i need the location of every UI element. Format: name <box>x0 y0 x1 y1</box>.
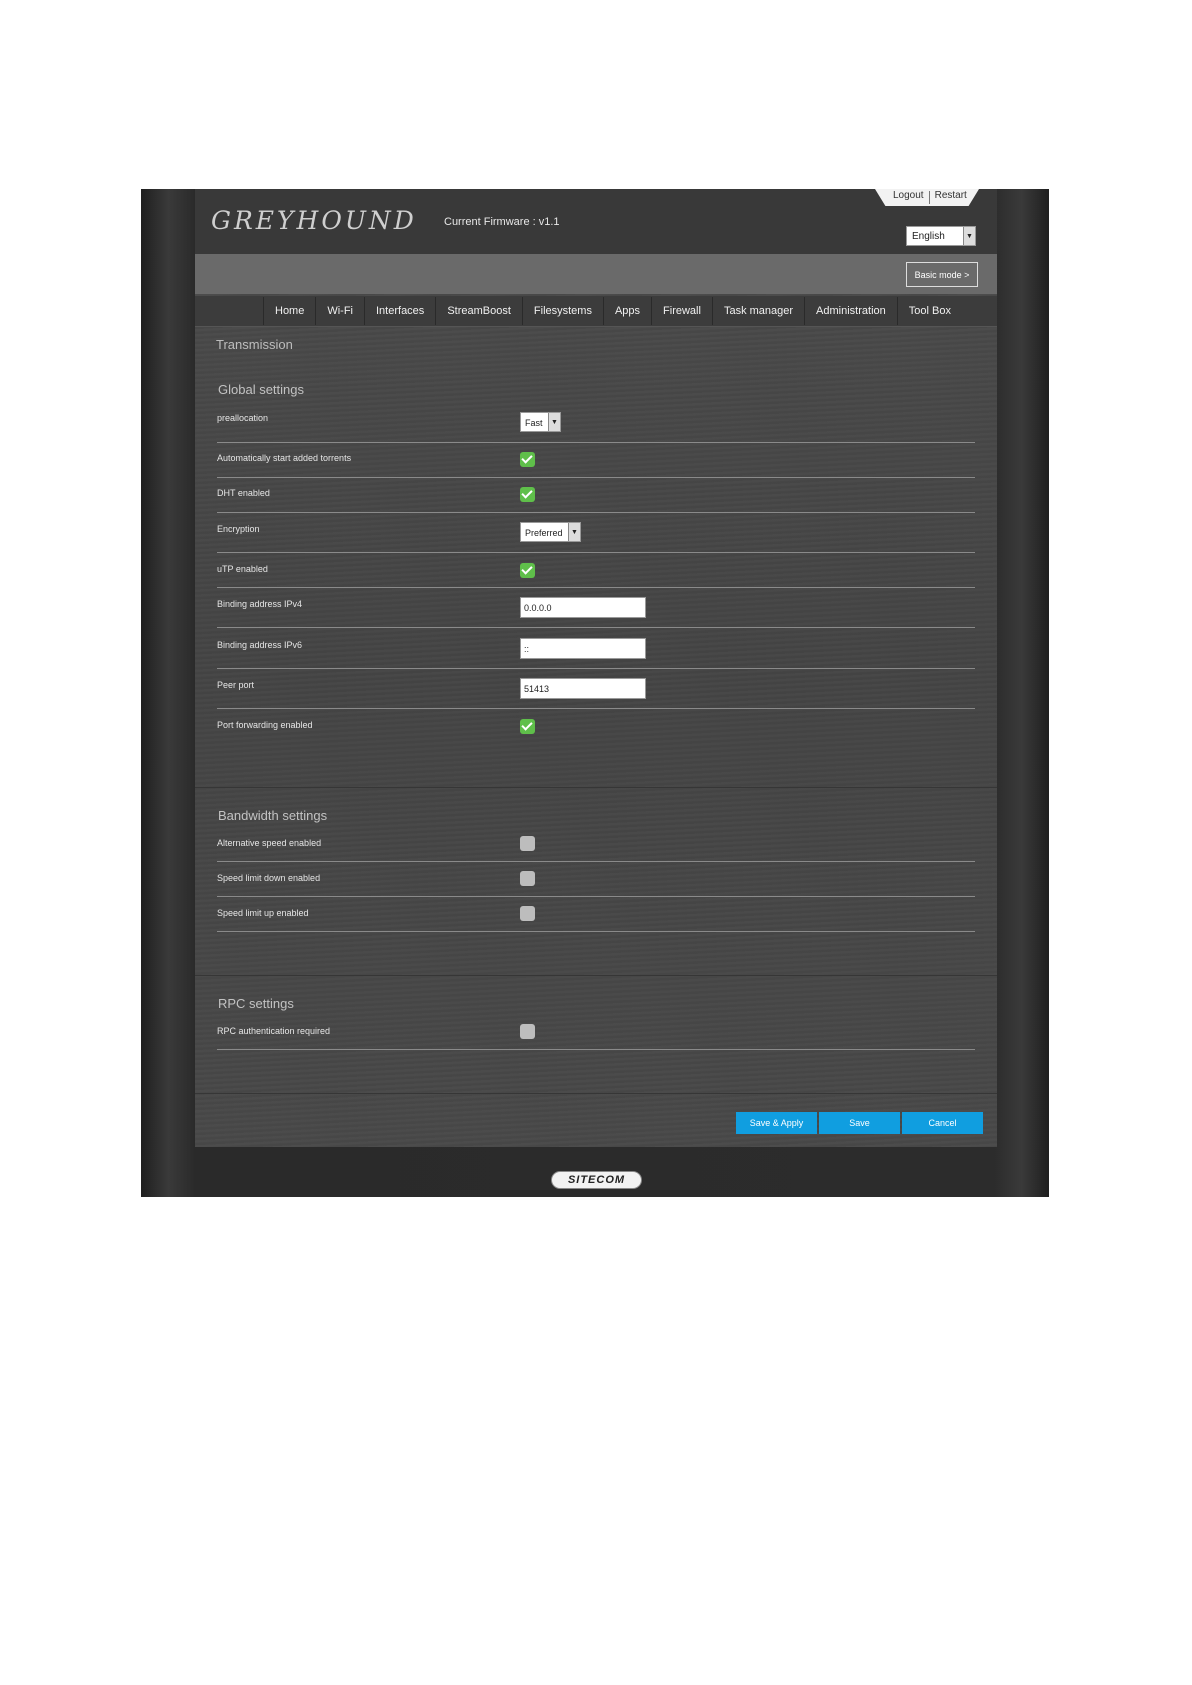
chevron-down-icon[interactable]: ▼ <box>963 227 975 245</box>
restart-link[interactable]: Restart <box>930 190 972 204</box>
basic-mode-button[interactable]: Basic mode > <box>906 262 978 287</box>
divider <box>217 477 975 478</box>
firmware-version: Current Firmware : v1.1 <box>444 216 560 228</box>
section-divider <box>195 975 997 976</box>
nav-item-administration[interactable]: Administration <box>804 297 897 325</box>
nav-items: Home Wi-Fi Interfaces StreamBoost Filesy… <box>263 297 962 325</box>
language-select[interactable]: English ▼ <box>906 226 976 246</box>
divider <box>217 668 975 669</box>
alt-speed-label: Alternative speed enabled <box>217 838 322 848</box>
nav-item-streamboost[interactable]: StreamBoost <box>435 297 522 325</box>
port-forwarding-checkbox[interactable] <box>520 719 535 734</box>
peer-port-label: Peer port <box>217 680 255 690</box>
divider <box>217 442 975 443</box>
divider <box>217 587 975 588</box>
preallocation-label: preallocation <box>217 413 269 423</box>
page-title: Transmission <box>216 337 293 352</box>
bandwidth-settings-title: Bandwidth settings <box>218 808 328 823</box>
divider <box>217 861 975 862</box>
utp-label: uTP enabled <box>217 564 268 574</box>
utp-checkbox[interactable] <box>520 563 535 578</box>
sitecom-logo: SITECOM <box>551 1171 642 1189</box>
nav-item-filesystems[interactable]: Filesystems <box>521 297 603 325</box>
brand-logo: GREYHOUND <box>211 206 417 235</box>
auto-start-label: Automatically start added torrents <box>217 453 352 463</box>
nav-item-interfaces[interactable]: Interfaces <box>364 297 435 325</box>
nav-item-home[interactable]: Home <box>263 297 315 325</box>
preallocation-select[interactable]: Fast ▼ <box>520 412 561 432</box>
chevron-down-icon[interactable]: ▼ <box>568 523 580 541</box>
speed-up-label: Speed limit up enabled <box>217 908 309 918</box>
nav-item-task-manager[interactable]: Task manager <box>711 297 804 325</box>
encryption-select[interactable]: Preferred ▼ <box>520 522 581 542</box>
speed-down-label: Speed limit down enabled <box>217 873 321 883</box>
divider <box>217 627 975 628</box>
divider <box>217 512 975 513</box>
divider <box>217 1049 975 1050</box>
section-divider <box>195 1093 997 1094</box>
logout-link[interactable]: Logout <box>888 190 929 204</box>
language-value: English <box>912 231 945 242</box>
ipv6-input[interactable]: :: <box>520 638 646 659</box>
rpc-auth-checkbox[interactable] <box>520 1024 535 1039</box>
speed-down-checkbox[interactable] <box>520 871 535 886</box>
chevron-down-icon[interactable]: ▼ <box>548 413 560 431</box>
encryption-label: Encryption <box>217 524 260 534</box>
ipv4-input[interactable]: 0.0.0.0 <box>520 597 646 618</box>
global-settings-title: Global settings <box>218 382 304 397</box>
divider <box>217 708 975 709</box>
nav-item-wifi[interactable]: Wi-Fi <box>315 297 364 325</box>
alt-speed-checkbox[interactable] <box>520 836 535 851</box>
auto-start-checkbox[interactable] <box>520 452 535 467</box>
ipv4-label: Binding address IPv4 <box>217 599 303 609</box>
preallocation-value: Fast <box>525 418 543 428</box>
rpc-settings-title: RPC settings <box>218 996 294 1011</box>
cancel-button[interactable]: Cancel <box>902 1112 983 1134</box>
rpc-auth-label: RPC authentication required <box>217 1026 331 1036</box>
speed-up-checkbox[interactable] <box>520 906 535 921</box>
divider <box>217 931 975 932</box>
save-button[interactable]: Save <box>819 1112 900 1134</box>
divider <box>217 552 975 553</box>
save-apply-button[interactable]: Save & Apply <box>736 1112 817 1134</box>
dht-label: DHT enabled <box>217 488 270 498</box>
port-forwarding-label: Port forwarding enabled <box>217 720 313 730</box>
section-divider <box>195 787 997 788</box>
nav-item-tool-box[interactable]: Tool Box <box>896 297 962 325</box>
top-links: Logout Restart <box>888 190 972 204</box>
nav-item-apps[interactable]: Apps <box>602 297 651 325</box>
sub-bar <box>195 254 997 294</box>
ipv6-label: Binding address IPv6 <box>217 640 303 650</box>
dht-checkbox[interactable] <box>520 487 535 502</box>
peer-port-input[interactable]: 51413 <box>520 678 646 699</box>
encryption-value: Preferred <box>525 528 563 538</box>
divider <box>217 896 975 897</box>
nav-item-firewall[interactable]: Firewall <box>651 297 712 325</box>
